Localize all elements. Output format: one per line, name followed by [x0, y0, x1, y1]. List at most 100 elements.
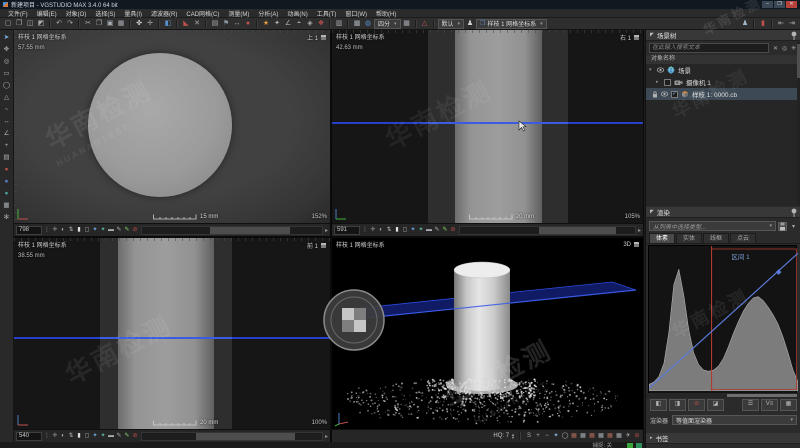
icon[interactable]: 选择(S)	[95, 9, 115, 18]
drag-handle-icon[interactable]: ⋮	[43, 432, 51, 441]
lock-icon[interactable]	[652, 91, 658, 98]
save-as-icon[interactable]: ◩	[36, 19, 46, 29]
pin-icon[interactable]	[791, 208, 797, 217]
icon[interactable]: 测量(M)	[228, 9, 249, 18]
crosshair-icon[interactable]: ✛	[51, 432, 59, 441]
tree-item-scene[interactable]: ▾ 场景	[646, 64, 800, 76]
expand-icon[interactable]: ▾	[649, 67, 654, 73]
flip-icon[interactable]: ⇅	[67, 432, 75, 441]
remove-icon[interactable]: −	[543, 432, 551, 441]
delete-icon[interactable]: ✕	[192, 19, 202, 29]
tab-pointcloud[interactable]: 点云	[730, 233, 756, 243]
slice-number-input[interactable]: 591	[334, 226, 360, 235]
grayscale-bar-icon[interactable]: ▮	[75, 226, 83, 235]
paste-icon[interactable]: ▣	[105, 19, 115, 29]
zoom-icon[interactable]: ◎	[1, 58, 13, 66]
slice-scrollbar[interactable]	[141, 432, 323, 441]
pattern-icon[interactable]: ❖	[316, 19, 326, 29]
slice-image-front[interactable]	[14, 238, 330, 429]
contrast-icon[interactable]: ◐	[59, 432, 67, 441]
collapse-icon[interactable]: ◤	[650, 209, 654, 215]
marker-red-icon[interactable]: ●	[1, 166, 13, 174]
scroll-right-icon[interactable]: ▸	[325, 227, 328, 234]
black-level-icon[interactable]: ▬	[107, 432, 115, 441]
flag-icon[interactable]: ⚑	[221, 19, 231, 29]
angle-icon[interactable]: ∠	[283, 19, 293, 29]
render-mode-1-icon[interactable]: ◧	[650, 399, 667, 411]
freehand-icon[interactable]: ~	[1, 106, 13, 114]
preset-type-select[interactable]: 从列表中选择类型...	[649, 221, 776, 231]
layers-icon[interactable]: ▤	[1, 154, 13, 162]
rendering-header[interactable]: ◤ 渲染	[646, 207, 800, 218]
scroll-right-icon[interactable]: ▸	[325, 433, 328, 440]
diamond-icon[interactable]: ◈	[305, 19, 315, 29]
clip-box-6-icon[interactable]: ▦	[615, 432, 623, 441]
minimize-button[interactable]: –	[762, 1, 773, 8]
eye-icon[interactable]	[661, 91, 668, 97]
values-icon[interactable]: V≡	[761, 399, 778, 411]
mask-icon[interactable]: ◍	[363, 19, 373, 29]
profile-teal-icon[interactable]: ✦	[99, 432, 107, 441]
window-icon[interactable]: ◻	[83, 432, 91, 441]
pin-icon[interactable]	[791, 31, 797, 40]
sphere-icon[interactable]: ●	[243, 19, 253, 29]
drag-handle-icon[interactable]: ⋮	[361, 226, 369, 235]
undo-icon[interactable]: ↶	[54, 19, 64, 29]
viewport-3d[interactable]: 样枝 1 网格坐标系 3D HQ: 7 ▲▼ S+−✦◯▦▦▦▦▦▦✈⊘	[332, 238, 643, 442]
registration-icon[interactable]: ▥	[334, 19, 344, 29]
tab-voxel[interactable]: 体素	[649, 233, 675, 243]
slice-number-input[interactable]: 540	[16, 432, 42, 441]
plane-icon[interactable]: ◓	[294, 19, 304, 29]
hq-stepper[interactable]: ▲▼	[511, 433, 515, 439]
scene-tree-header[interactable]: ◤ 场景树	[646, 30, 800, 41]
orbit-icon[interactable]: ◯	[561, 432, 569, 441]
picker-icon[interactable]: ✜	[134, 19, 144, 29]
angle-tool-icon[interactable]: ∠	[1, 130, 13, 138]
icon[interactable]: 对象(O)	[66, 9, 87, 18]
flip-icon[interactable]: ⇅	[67, 226, 75, 235]
grayscale-bar-icon[interactable]: ▮	[75, 432, 83, 441]
polygon-roi-icon[interactable]: △	[1, 94, 13, 102]
list-view-icon[interactable]: ☰	[742, 399, 759, 411]
fly-icon[interactable]: ✈	[624, 432, 632, 441]
copy-icon[interactable]: ❐	[94, 19, 104, 29]
scroll-right-icon[interactable]: ▸	[638, 227, 641, 234]
flip-icon[interactable]: ⇅	[385, 226, 393, 235]
profile-blue-icon[interactable]: ✦	[409, 226, 417, 235]
save-preset-icon[interactable]	[778, 222, 787, 231]
tab-solid[interactable]: 实体	[676, 233, 702, 243]
marker-teal-icon[interactable]: ●	[1, 190, 13, 198]
viewport-top[interactable]: 样枝 1 网格坐标系 57.55 mm 上 1 15 mm 152% 798 ⋮…	[14, 30, 330, 236]
window-icon[interactable]: ◻	[83, 226, 91, 235]
marker-icon[interactable]: ✦	[272, 19, 282, 29]
crosshair-icon[interactable]: ✛	[369, 226, 377, 235]
clip-box-1-icon[interactable]: ▦	[570, 432, 578, 441]
slice-scrollbar[interactable]	[141, 226, 323, 235]
move-icon[interactable]: ✛	[145, 19, 155, 29]
collapse-right-icon[interactable]: ⇥	[787, 19, 797, 29]
preset-menu-icon[interactable]: ▾	[789, 223, 798, 230]
clip-box-5-icon[interactable]: ▦	[606, 432, 614, 441]
point-tool-icon[interactable]: +	[1, 142, 13, 150]
draw-green-icon[interactable]: ✎	[123, 226, 131, 235]
contrast-icon[interactable]: ◐	[377, 226, 385, 235]
profile-blue-icon[interactable]: ✦	[91, 432, 99, 441]
star-icon[interactable]: ★	[261, 19, 271, 29]
clip-box-2-icon[interactable]: ▦	[579, 432, 587, 441]
icon[interactable]: 量具(I)	[124, 9, 142, 18]
icon[interactable]: 工具(T)	[317, 9, 337, 18]
distance-icon[interactable]: ↔	[232, 19, 242, 29]
add-icon[interactable]: +	[534, 432, 542, 441]
slice-scrollbar[interactable]	[459, 226, 636, 235]
save-icon[interactable]: ◫	[25, 19, 35, 29]
render-mode-3-icon[interactable]: ◪	[707, 399, 724, 411]
viewport-front[interactable]: 样枝 1 网格坐标系 38.55 mm 前 1 20 mm 100% 540 ⋮…	[14, 238, 330, 442]
visibility-checkbox[interactable]	[671, 91, 678, 98]
collapse-icon[interactable]: ◤	[650, 32, 654, 38]
icon[interactable]: 动画(N)	[287, 9, 307, 18]
open-icon[interactable]: ❒	[14, 19, 24, 29]
cut-icon[interactable]: ✂	[83, 19, 93, 29]
visibility-checkbox[interactable]	[664, 79, 671, 86]
search-input[interactable]: 在此输入搜索文本	[649, 43, 769, 53]
draw-green-icon[interactable]: ✎	[123, 432, 131, 441]
